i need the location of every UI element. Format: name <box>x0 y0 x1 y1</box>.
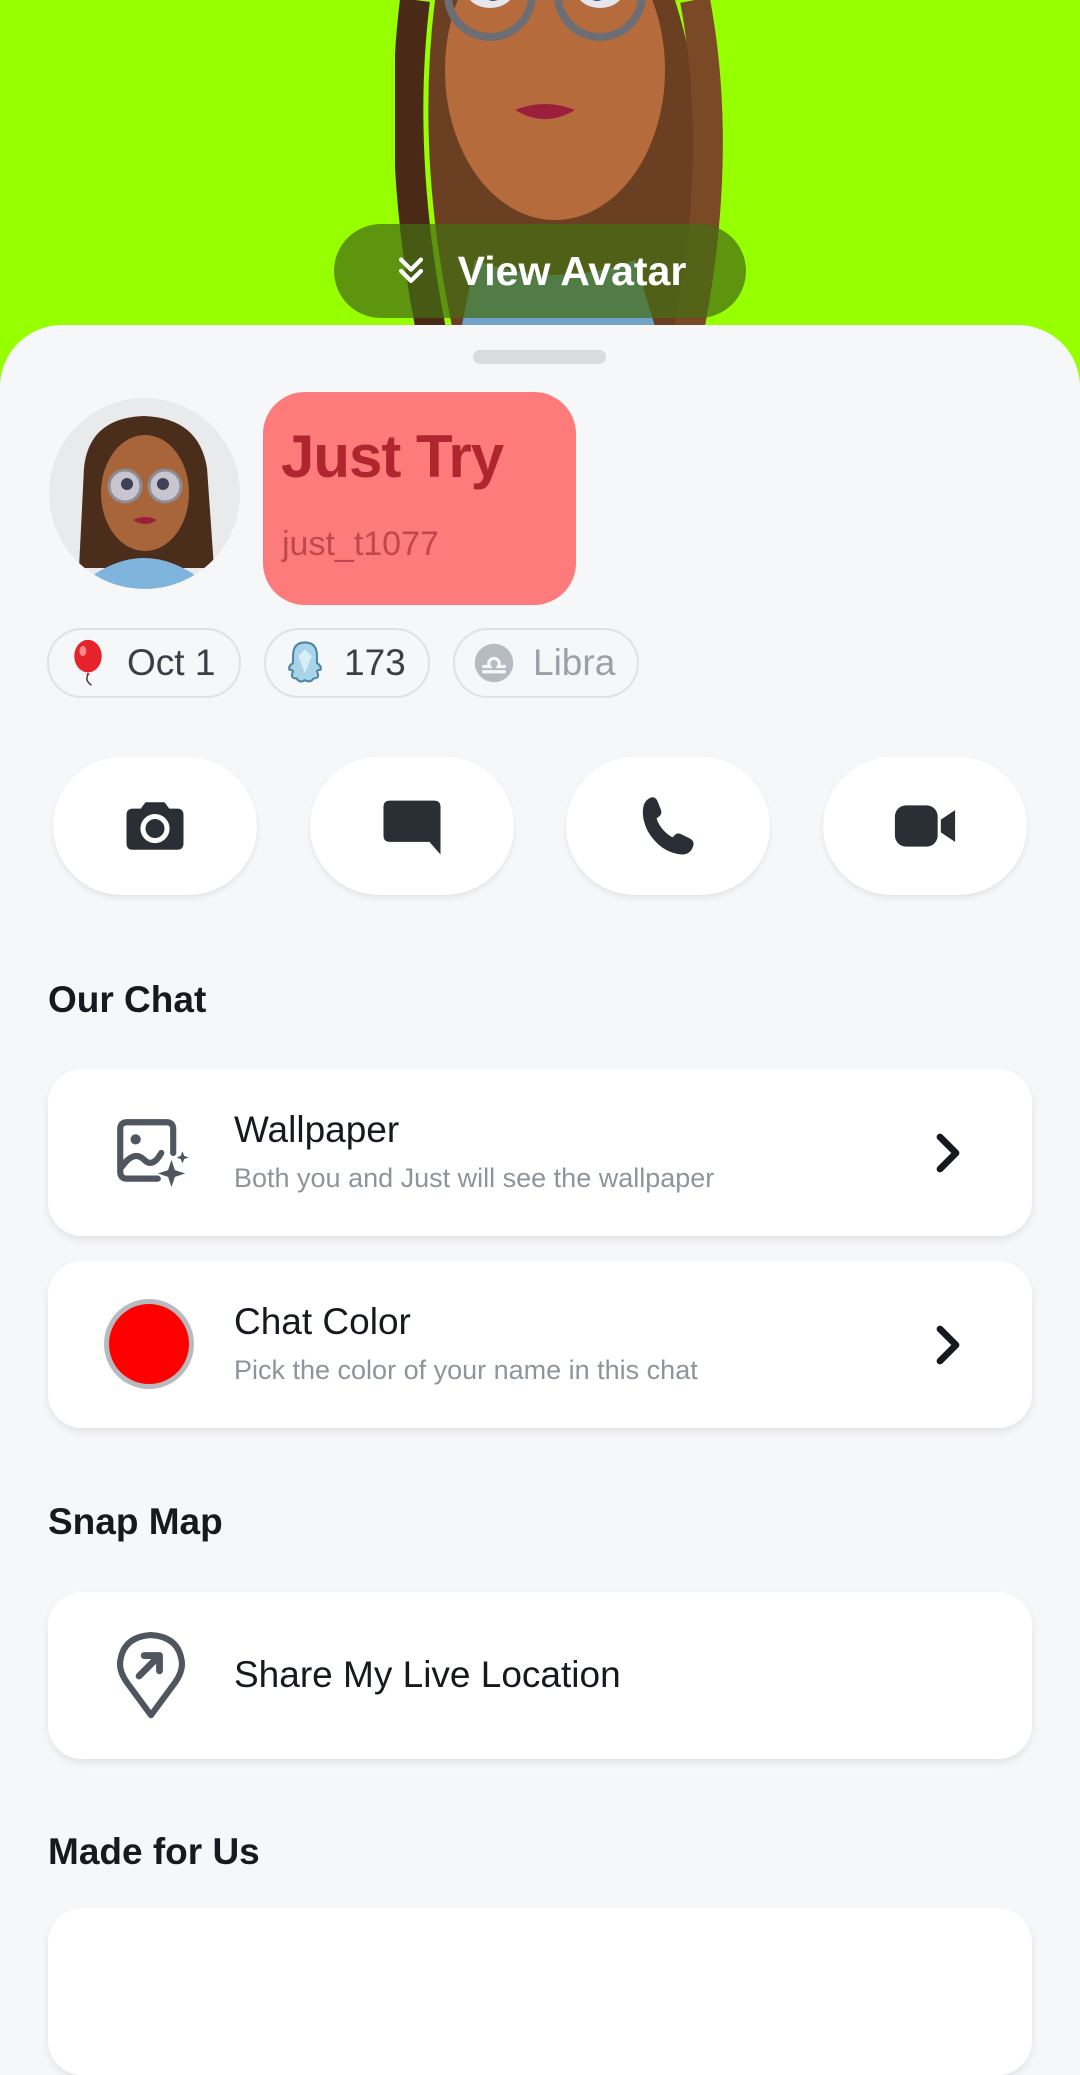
chevron-right-icon <box>936 1325 960 1365</box>
section-title-snap-map: Snap Map <box>48 1501 223 1542</box>
video-call-button[interactable] <box>823 757 1027 895</box>
balloon-icon <box>74 639 102 686</box>
snap-score-badge[interactable]: 173 <box>264 628 430 698</box>
camera-button[interactable] <box>53 757 257 895</box>
section-title-our-chat: Our Chat <box>48 979 207 1020</box>
wallpaper-title: Wallpaper <box>234 1109 400 1150</box>
libra-icon <box>474 643 514 683</box>
chevron-double-down-icon <box>398 257 423 284</box>
wallpaper-subtitle: Both you and Just will see the wallpaper <box>234 1163 715 1193</box>
view-avatar-button[interactable]: View Avatar <box>334 224 746 318</box>
wallpaper-row[interactable]: Wallpaper Both you and Just will see the… <box>48 1069 1032 1236</box>
view-avatar-label: View Avatar <box>457 247 687 294</box>
chat-color-subtitle: Pick the color of your name in this chat <box>234 1355 698 1385</box>
made-for-us-card[interactable] <box>48 1908 1032 2075</box>
wallpaper-icon <box>117 1119 189 1188</box>
name-card: Just Try just_t1077 <box>263 392 576 605</box>
video-icon <box>894 805 956 847</box>
chat-button[interactable] <box>310 757 514 895</box>
phone-icon <box>642 797 694 855</box>
ghost-score-icon <box>288 641 322 683</box>
birthday-badge[interactable]: Oct 1 <box>47 628 241 698</box>
chat-color-swatch <box>104 1299 194 1389</box>
profile-sheet: Just Try just_t1077 Oct 1 173 Libra Our … <box>0 325 1080 2075</box>
share-live-location-title: Share My Live Location <box>234 1654 621 1695</box>
zodiac-label: Libra <box>533 642 616 683</box>
snap-score-label: 173 <box>344 642 406 683</box>
zodiac-badge[interactable]: Libra <box>453 628 639 698</box>
voice-call-button[interactable] <box>566 757 770 895</box>
bitmoji-avatar-icon <box>79 416 214 589</box>
avatar[interactable] <box>49 398 240 589</box>
location-share-icon <box>117 1632 185 1719</box>
share-live-location-row[interactable]: Share My Live Location <box>48 1592 1032 1759</box>
chat-icon <box>383 800 441 855</box>
chevron-right-icon <box>936 1133 960 1173</box>
chat-color-title: Chat Color <box>234 1301 411 1342</box>
camera-icon <box>126 802 184 850</box>
sheet-drag-handle[interactable] <box>473 350 606 364</box>
username: just_t1077 <box>282 525 439 563</box>
chat-color-row[interactable]: Chat Color Pick the color of your name i… <box>48 1261 1032 1428</box>
birthday-label: Oct 1 <box>127 642 216 683</box>
section-title-made-for-us: Made for Us <box>48 1831 260 1872</box>
display-name: Just Try <box>281 423 504 490</box>
